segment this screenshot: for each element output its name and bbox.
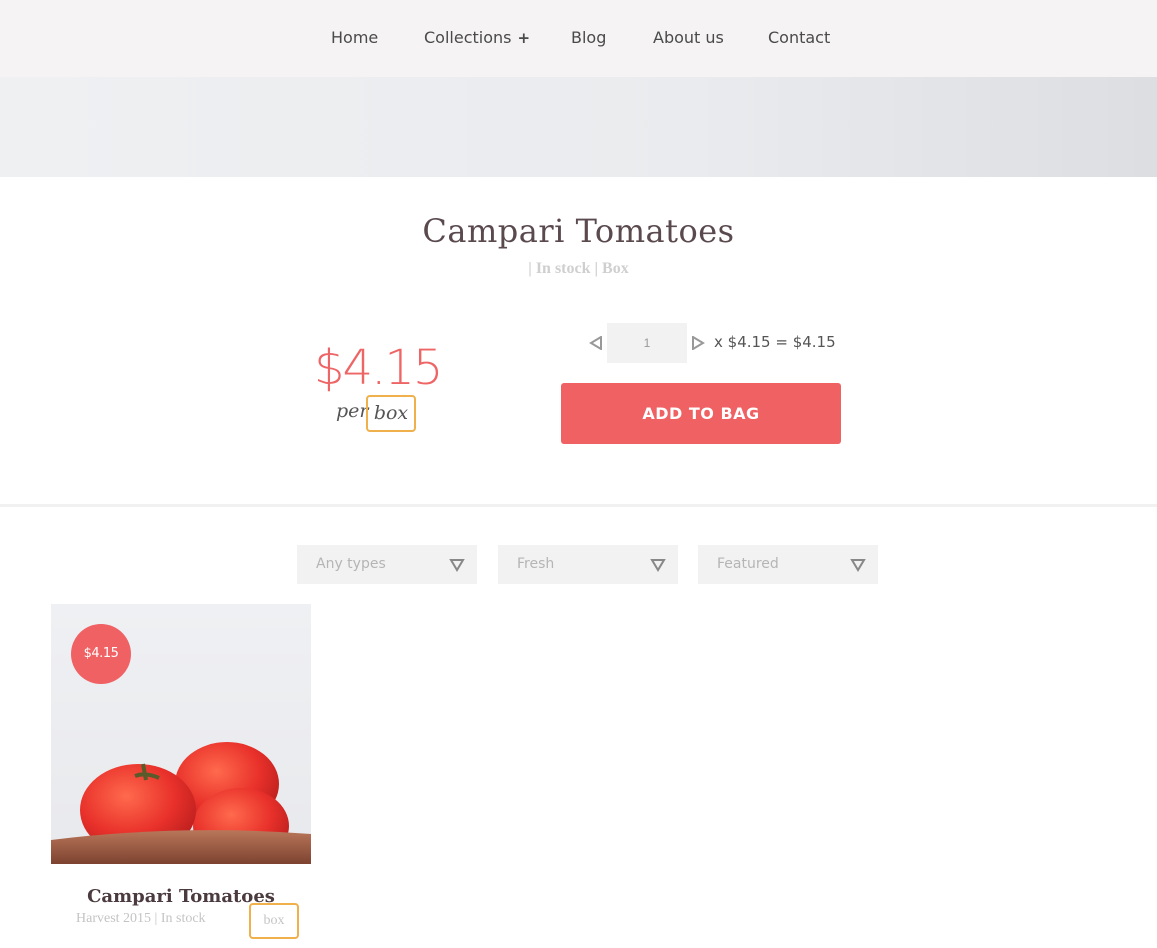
quantity-total: x $4.15 = $4.15	[714, 333, 836, 351]
triangle-right-icon[interactable]	[691, 336, 705, 350]
hero-banner	[0, 77, 1157, 177]
nav-item-blog[interactable]: Blog	[571, 28, 606, 47]
plus-icon: +	[517, 29, 531, 47]
product-meta: | In stock | Box	[528, 260, 629, 277]
filter-freshness-label: Fresh	[517, 556, 555, 572]
nav-item-contact[interactable]: Contact	[768, 28, 830, 47]
filter-sort-label: Featured	[717, 556, 779, 572]
product-price: $4.15	[314, 340, 443, 396]
triangle-down-icon	[449, 559, 465, 572]
triangle-down-icon	[650, 559, 666, 572]
nav-item-about[interactable]: About us	[653, 28, 724, 47]
quantity-input[interactable]	[607, 323, 687, 363]
filter-sort-select[interactable]: Featured	[698, 545, 878, 584]
divider	[0, 504, 1157, 507]
filter-type-select[interactable]: Any types	[297, 545, 477, 584]
nav-item-collections[interactable]: Collections +	[424, 28, 530, 47]
top-nav: Home Collections + Blog About us Contact	[0, 0, 1157, 77]
per-label: per	[336, 400, 369, 422]
filter-freshness-select[interactable]: Fresh	[498, 545, 678, 584]
card-meta: Harvest 2015 | In stock	[76, 911, 206, 926]
add-to-bag-button[interactable]: ADD TO BAG	[561, 383, 841, 444]
product-title: Campari Tomatoes	[422, 212, 735, 250]
filter-type-label: Any types	[316, 556, 386, 572]
unit-selector[interactable]: box	[366, 395, 416, 432]
price-badge: $4.15	[71, 624, 131, 684]
triangle-left-icon[interactable]	[589, 336, 603, 350]
nav-item-collections-label: Collections	[424, 28, 512, 47]
nav-item-home[interactable]: Home	[331, 28, 378, 47]
card-unit-selector[interactable]: box	[249, 903, 299, 939]
triangle-down-icon	[850, 559, 866, 572]
